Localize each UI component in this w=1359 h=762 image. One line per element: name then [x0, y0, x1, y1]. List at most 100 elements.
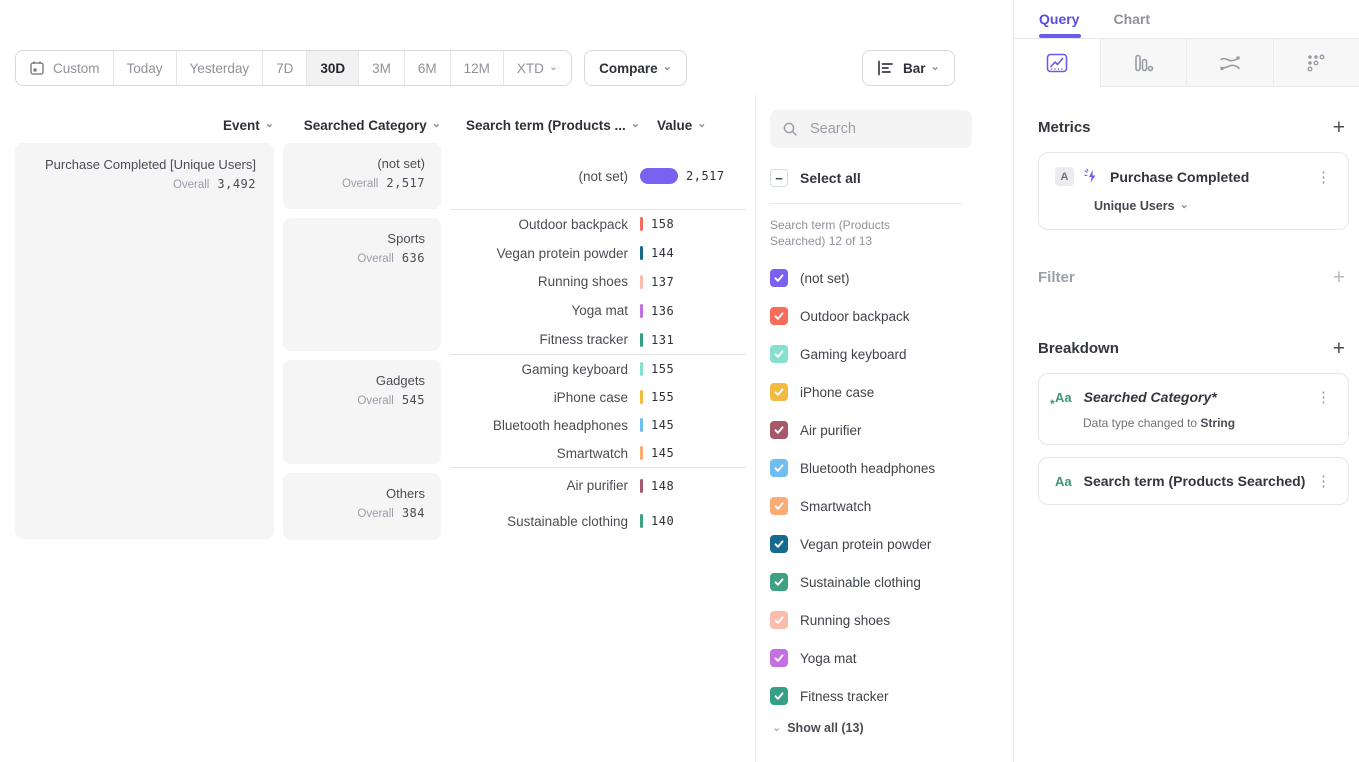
insights-icon [1046, 53, 1068, 73]
legend-checkbox[interactable] [770, 611, 788, 629]
legend-checkbox[interactable] [770, 649, 788, 667]
term-row[interactable]: Sustainable clothing140 [450, 514, 746, 529]
legend-item[interactable]: iPhone case [770, 373, 1013, 411]
date-range-6m[interactable]: 6M [404, 51, 450, 85]
breakdown-card-searched-category[interactable]: Aa* Searched Category* ⋮ Data type chang… [1038, 373, 1349, 445]
category-cell[interactable]: GadgetsOverall545 [283, 360, 441, 464]
legend-item[interactable]: Vegan protein powder [770, 525, 1013, 563]
chevron-down-icon: ⌄ [265, 119, 274, 130]
category-cell[interactable]: OthersOverall384 [283, 473, 441, 540]
legend-checkbox[interactable] [770, 307, 788, 325]
legend-item-label: Air purifier [800, 423, 862, 438]
check-icon [773, 348, 785, 360]
legend-item[interactable]: (not set) [770, 259, 1013, 297]
category-column: (not set)Overall2,517 SportsOverall636Gad… [283, 143, 441, 549]
term-row[interactable]: Smartwatch145 [450, 446, 746, 461]
date-range-30d[interactable]: 30D [306, 51, 358, 85]
overall-value: 384 [402, 506, 425, 520]
show-all-button[interactable]: ⌄ Show all (13) [770, 721, 1013, 735]
term-row[interactable]: Yoga mat136 [450, 303, 746, 318]
legend-checkbox[interactable] [770, 269, 788, 287]
legend-item[interactable]: Bluetooth headphones [770, 449, 1013, 487]
legend-checkbox[interactable] [770, 687, 788, 705]
compare-button[interactable]: Compare ⌄ [584, 50, 687, 86]
divider [770, 203, 962, 204]
term-row[interactable]: (not set)2,517 [450, 168, 746, 184]
metric-menu-button[interactable]: ⋮ [1313, 168, 1334, 186]
tab-retention[interactable] [1274, 39, 1359, 87]
term-value: 140 [651, 514, 674, 528]
add-metric-button[interactable]: + [1329, 117, 1349, 138]
legend-item[interactable]: Sustainable clothing [770, 563, 1013, 601]
legend-checkbox[interactable] [770, 573, 788, 591]
term-row[interactable]: Running shoes137 [450, 274, 746, 289]
legend-item[interactable]: Running shoes [770, 601, 1013, 639]
term-row[interactable]: Vegan protein powder144 [450, 246, 746, 261]
breakdown-card-search-term[interactable]: Aa Search term (Products Searched) ⋮ [1038, 457, 1349, 505]
tab-query[interactable]: Query [1039, 0, 1079, 38]
legend-checkbox[interactable] [770, 535, 788, 553]
select-all-checkbox[interactable]: − [770, 169, 788, 187]
add-breakdown-button[interactable]: + [1329, 338, 1349, 359]
search-icon [782, 121, 798, 137]
term-row[interactable]: iPhone case155 [450, 390, 746, 405]
legend-panel: − Select all Search term (Products Searc… [755, 95, 1013, 762]
aggregation-selector[interactable]: Unique Users ⌄ [1094, 199, 1334, 213]
legend-item[interactable]: Fitness tracker [770, 677, 1013, 715]
column-header-3[interactable]: Value⌄ [649, 118, 745, 133]
category-overall: Overall384 [283, 506, 425, 520]
event-overall-value: 3,492 [217, 177, 256, 191]
legend-item[interactable]: Smartwatch [770, 487, 1013, 525]
date-range-3m[interactable]: 3M [358, 51, 404, 85]
legend-item[interactable]: Gaming keyboard [770, 335, 1013, 373]
column-header-1[interactable]: Searched Category⌄ [283, 118, 441, 133]
column-header-0[interactable]: Event⌄ [15, 118, 274, 133]
tab-chart[interactable]: Chart [1113, 0, 1150, 38]
term-label: (not set) [450, 169, 640, 184]
legend-checkbox[interactable] [770, 345, 788, 363]
category-cell[interactable]: (not set)Overall2,517 [283, 143, 441, 209]
date-range-today[interactable]: Today [113, 51, 176, 85]
legend-item-list: (not set)Outdoor backpackGaming keyboard… [770, 259, 1013, 715]
tab-flows[interactable] [1187, 39, 1274, 87]
chevron-down-icon: ⌄ [631, 119, 640, 130]
date-range-7d[interactable]: 7D [262, 51, 306, 85]
breakdown-menu-button[interactable]: ⋮ [1313, 388, 1334, 406]
value-bar [640, 168, 678, 184]
legend-checkbox[interactable] [770, 497, 788, 515]
term-row[interactable]: Bluetooth headphones145 [450, 418, 746, 433]
date-range-yesterday[interactable]: Yesterday [176, 51, 263, 85]
bar-wrap: 155 [640, 362, 674, 376]
category-cell[interactable]: SportsOverall636 [283, 218, 441, 351]
term-label: Smartwatch [450, 446, 640, 461]
date-range-custom[interactable]: Custom [16, 51, 113, 85]
breakdown-title: Breakdown [1038, 340, 1119, 357]
bar-wrap: 2,517 [640, 168, 725, 184]
term-row[interactable]: Outdoor backpack158 [450, 217, 746, 232]
breakdown-menu-button[interactable]: ⋮ [1313, 472, 1334, 490]
legend-item[interactable]: Outdoor backpack [770, 297, 1013, 335]
term-row[interactable]: Fitness tracker131 [450, 332, 746, 347]
legend-checkbox[interactable] [770, 383, 788, 401]
add-filter-button[interactable]: + [1329, 267, 1349, 288]
value-bar [640, 479, 643, 493]
legend-checkbox[interactable] [770, 459, 788, 477]
term-row[interactable]: Gaming keyboard155 [450, 362, 746, 377]
legend-search[interactable] [770, 110, 972, 148]
chart-type-button[interactable]: Bar ⌄ [862, 50, 955, 86]
date-range-xtd[interactable]: XTD⌄ [503, 51, 571, 85]
tab-insights[interactable] [1014, 39, 1101, 87]
metric-card[interactable]: A Purchase Completed ⋮ Unique Users [1038, 152, 1349, 230]
term-row[interactable]: Air purifier148 [450, 478, 746, 493]
event-cell[interactable]: Purchase Completed [Unique Users] Overal… [15, 143, 274, 539]
tab-funnels[interactable] [1101, 39, 1188, 87]
legend-checkbox[interactable] [770, 421, 788, 439]
check-icon [773, 614, 785, 626]
date-range-12m[interactable]: 12M [450, 51, 503, 85]
legend-item[interactable]: Air purifier [770, 411, 1013, 449]
legend-item[interactable]: Yoga mat [770, 639, 1013, 677]
column-header-2[interactable]: Search term (Products ...⌄ [450, 118, 640, 133]
search-input[interactable] [808, 120, 952, 138]
category-label: (not set) [283, 156, 425, 171]
select-all[interactable]: − Select all [770, 169, 1013, 187]
